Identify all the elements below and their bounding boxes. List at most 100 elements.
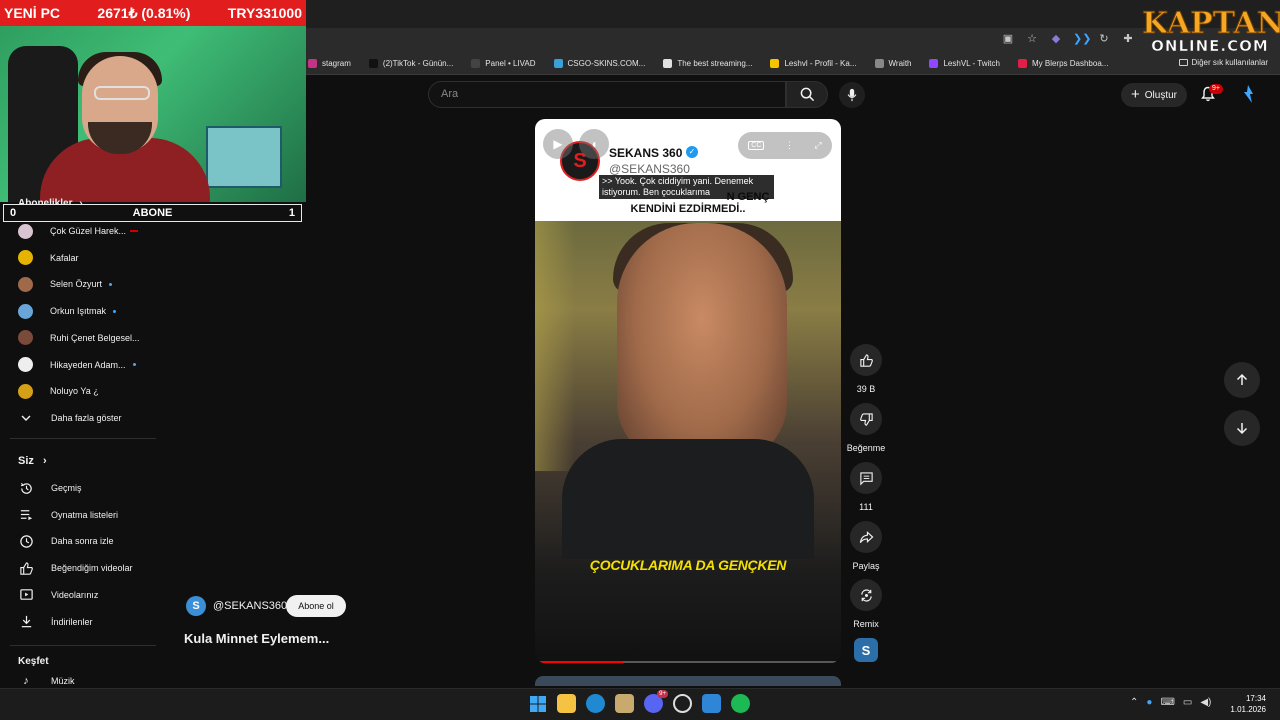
dislike-button[interactable]: Beğenme [846, 403, 886, 453]
system-clock[interactable]: 17:34 1.01.2026 [1226, 693, 1266, 715]
bookmark-item[interactable]: The best streaming... [663, 59, 752, 68]
audio-icon[interactable]: ❯❯ [1073, 32, 1091, 46]
bookmark-item[interactable]: stagram [308, 59, 351, 68]
thumbs-down-icon [859, 412, 873, 426]
sidebar-item-download[interactable]: İndirilenler [18, 612, 158, 632]
you-header[interactable]: Siz › [18, 455, 47, 467]
fullscreen-icon[interactable]: ⤢ [814, 140, 821, 151]
next-short-button[interactable] [1224, 410, 1260, 446]
bookmark-label: Wraith [888, 59, 912, 68]
webcam-feed [0, 26, 306, 202]
edge-browser-icon[interactable] [586, 694, 605, 713]
sidebar-channel-item[interactable]: Selen Özyurt [18, 274, 158, 294]
volume-tray-icon[interactable]: ◀) [1200, 697, 1211, 708]
screenshot-icon[interactable]: ▣ [1001, 32, 1015, 46]
create-label: Oluştur [1144, 89, 1177, 101]
league-client-icon[interactable] [615, 694, 634, 713]
search-button[interactable] [786, 81, 828, 108]
sidebar-channel-item[interactable]: Noluyo Ya ¿ [18, 381, 158, 401]
file-explorer-icon[interactable] [557, 694, 576, 713]
comment-icon [859, 471, 873, 485]
sidebar-item-playlist[interactable]: Oynatma listeleri [18, 505, 158, 525]
photos-icon[interactable] [702, 694, 721, 713]
account-avatar[interactable] [1239, 84, 1257, 104]
extension-icon[interactable]: ◆ [1049, 32, 1063, 46]
microphone-tray-icon[interactable]: ● [1146, 697, 1152, 708]
create-button[interactable]: + Oluştur [1121, 83, 1187, 107]
headline-line2: KENDİNİ EZDİRMEDİ.. [630, 203, 746, 215]
remix-label: Remix [853, 619, 879, 629]
next-short-preview[interactable] [535, 676, 841, 686]
thumbs-up-icon [859, 353, 873, 367]
settings-gear-icon[interactable] [673, 694, 692, 713]
sidebar-item-music[interactable]: ♪ Müzik [18, 676, 158, 686]
play-icon[interactable]: ▶ [543, 129, 573, 159]
sidebar-item-clock[interactable]: Daha sonra izle [18, 531, 158, 551]
actor-face [617, 223, 787, 463]
short-video-player[interactable]: S SEKANS 360 ✓ @SEKANS360 N GENÇ KENDİNİ… [535, 119, 841, 663]
sidebar-channel-item[interactable]: Çok Güzel Harek... [18, 221, 158, 241]
more-options-icon[interactable]: ⋮ [785, 140, 794, 151]
live-indicator [130, 230, 139, 232]
sidebar-channel-item[interactable]: Kafalar [18, 248, 158, 268]
previous-short-button[interactable] [1224, 362, 1260, 398]
bookmark-favicon-icon [770, 59, 780, 68]
video-icon [18, 587, 34, 603]
goal-target: TRY331000 [227, 5, 302, 21]
refresh-extension-icon[interactable]: ↻ [1097, 32, 1111, 46]
bookmark-item[interactable]: CSGO-SKINS.COM... [553, 59, 645, 68]
bookmark-favicon-icon [663, 59, 673, 68]
captions-icon[interactable]: CC [748, 141, 765, 150]
sidebar-channel-item[interactable]: Orkun Işıtmak [18, 301, 158, 321]
sidebar-item-thumbs-up[interactable]: Beğendiğim videolar [18, 558, 158, 578]
star-icon[interactable]: ☆ [1025, 32, 1039, 46]
microphone-icon [847, 88, 857, 102]
brand-line1: KAPTAN [1142, 6, 1280, 41]
bookmark-item[interactable]: My Blerps Dashboa... [1017, 59, 1108, 68]
comments-button[interactable]: 111 [846, 462, 886, 512]
sound-source-avatar[interactable]: S [854, 638, 878, 662]
brand-logo: KAPTAN ONLINE.COM [1142, 6, 1280, 54]
chevron-up-icon[interactable]: ⌃ [1130, 697, 1138, 708]
sidebar-item-video[interactable]: Videolarınız [18, 585, 158, 605]
bookmark-item[interactable]: LeshVL - Twitch [929, 59, 1000, 68]
like-circle [850, 344, 882, 376]
closed-caption-box: >> Yook. Çok ciddiyim yani. Denemek isti… [599, 175, 774, 199]
spotify-icon[interactable] [731, 694, 750, 713]
volume-icon[interactable]: ◖ [579, 129, 609, 159]
puzzle-icon[interactable]: ✚ [1121, 32, 1135, 46]
system-tray: ⌃ ● ⌨ ▭ ◀) [1130, 697, 1211, 708]
like-button[interactable]: 39 B [846, 344, 886, 394]
keyboard-icon[interactable]: ⌨ [1160, 697, 1174, 708]
short-title[interactable]: Kula Minnet Eylemem... [184, 631, 329, 646]
channel-avatar [18, 223, 33, 239]
sidebar-item-label: Geçmiş [51, 483, 82, 493]
show-more-button[interactable]: Daha fazla göster [18, 408, 158, 428]
bookmark-item[interactable]: (2)TikTok - Günün... [368, 59, 453, 68]
notification-badge: 9+ [1209, 84, 1223, 94]
other-bookmarks[interactable]: Diğer sık kullanılanlar [1178, 58, 1268, 67]
share-button[interactable]: Paylaş [846, 521, 886, 571]
sidebar-channel-item[interactable]: Hikayeden Adam... [18, 355, 158, 375]
bookmark-item[interactable]: Wraith [874, 59, 912, 68]
voice-search-button[interactable] [839, 82, 865, 108]
author-avatar[interactable]: S [186, 596, 206, 616]
start-icon[interactable] [528, 694, 547, 713]
share-label: Paylaş [852, 561, 880, 571]
plus-icon: + [1131, 86, 1140, 103]
author-handle[interactable]: @SEKANS360 [213, 600, 287, 612]
subscribe-button[interactable]: Abone ol [286, 595, 346, 617]
other-bookmarks-label: Diğer sık kullanılanlar [1191, 58, 1268, 67]
discord-icon[interactable]: 9+ [644, 690, 668, 713]
search-input[interactable]: Ara [428, 81, 786, 108]
remix-button[interactable]: Remix [846, 579, 886, 629]
sidebar-channel-item[interactable]: Ruhi Çenet Belgesel... [18, 328, 158, 348]
sidebar-item-history[interactable]: Geçmiş [18, 478, 158, 498]
bookmark-item[interactable]: Leshvl - Profil - Ka... [770, 59, 857, 68]
share-icon [859, 530, 873, 543]
arrow-down-icon [1236, 423, 1248, 435]
progress-bar[interactable] [540, 661, 836, 663]
display-icon[interactable]: ▭ [1183, 697, 1192, 708]
bookmark-favicon-icon [553, 59, 563, 68]
bookmark-item[interactable]: Panel • LIVAD [471, 59, 536, 68]
